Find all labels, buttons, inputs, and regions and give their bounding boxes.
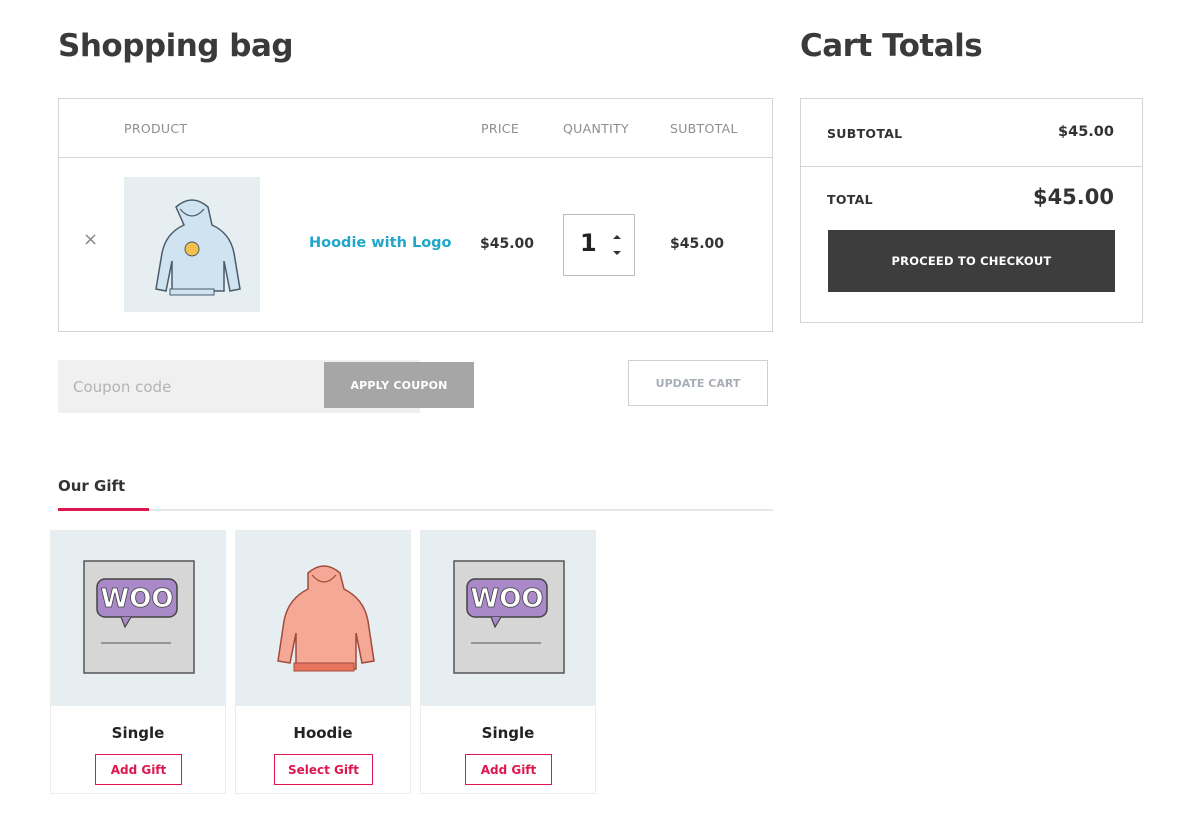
gift-name: Single [111, 724, 165, 742]
svg-text:WOO: WOO [101, 584, 174, 614]
add-gift-button[interactable]: Add Gift [465, 754, 552, 785]
product-price: $45.00 [480, 236, 535, 252]
pink-hoodie-icon [277, 565, 375, 672]
product-thumbnail[interactable] [124, 177, 260, 312]
header-subtotal: SUBTOTAL [670, 121, 738, 136]
chevron-up-icon[interactable] [612, 232, 622, 242]
cart-totals-title: Cart Totals [800, 28, 983, 64]
gift-image[interactable]: WOO [421, 531, 595, 706]
subtotal-label: SUBTOTAL [827, 126, 903, 141]
remove-item-icon[interactable]: × [83, 231, 98, 249]
product-name-link[interactable]: Hoodie with Logo [309, 235, 452, 251]
quantity-stepper[interactable]: 1 [563, 214, 635, 276]
cart-table-header: PRODUCT PRICE QUANTITY SUBTOTAL [59, 99, 772, 158]
quantity-input[interactable]: 1 [580, 229, 597, 257]
add-gift-button[interactable]: Add Gift [95, 754, 182, 785]
gift-card: Hoodie Select Gift [235, 530, 411, 794]
chevron-down-icon[interactable] [612, 248, 622, 258]
blue-hoodie-icon [155, 199, 241, 296]
gift-name: Single [481, 724, 535, 742]
gift-card: WOO Single Add Gift [420, 530, 596, 794]
gift-image[interactable]: WOO [51, 531, 225, 706]
gift-tab-active-indicator [58, 508, 149, 511]
header-product: PRODUCT [124, 121, 188, 136]
header-price: PRICE [481, 121, 520, 136]
header-quantity: QUANTITY [563, 121, 629, 136]
page-title: Shopping bag [58, 28, 294, 64]
gift-section-title: Our Gift [58, 477, 126, 495]
update-cart-button[interactable]: UPDATE CART [628, 360, 768, 406]
gift-card: WOO Single Add Gift [50, 530, 226, 794]
select-gift-button[interactable]: Select Gift [274, 754, 373, 785]
gift-name: Hoodie [293, 724, 353, 742]
gift-tab-divider [58, 509, 773, 511]
proceed-to-checkout-button[interactable]: PROCEED TO CHECKOUT [828, 230, 1115, 292]
apply-coupon-button[interactable]: APPLY COUPON [324, 362, 474, 408]
cart-table: PRODUCT PRICE QUANTITY SUBTOTAL × Hoodie… [58, 98, 773, 332]
woo-single-icon: WOO [453, 560, 565, 674]
gift-image[interactable] [236, 531, 410, 706]
coupon-code-input[interactable] [58, 360, 323, 413]
svg-text:WOO: WOO [471, 584, 544, 614]
total-label: TOTAL [827, 192, 873, 207]
total-value: $45.00 [1032, 185, 1114, 209]
woo-single-icon: WOO [83, 560, 195, 674]
subtotal-row: SUBTOTAL $45.00 [801, 99, 1142, 167]
cart-totals-box: SUBTOTAL $45.00 TOTAL $45.00 PROCEED TO … [800, 98, 1143, 323]
subtotal-value: $45.00 [1058, 124, 1114, 140]
product-subtotal: $45.00 [670, 236, 725, 252]
